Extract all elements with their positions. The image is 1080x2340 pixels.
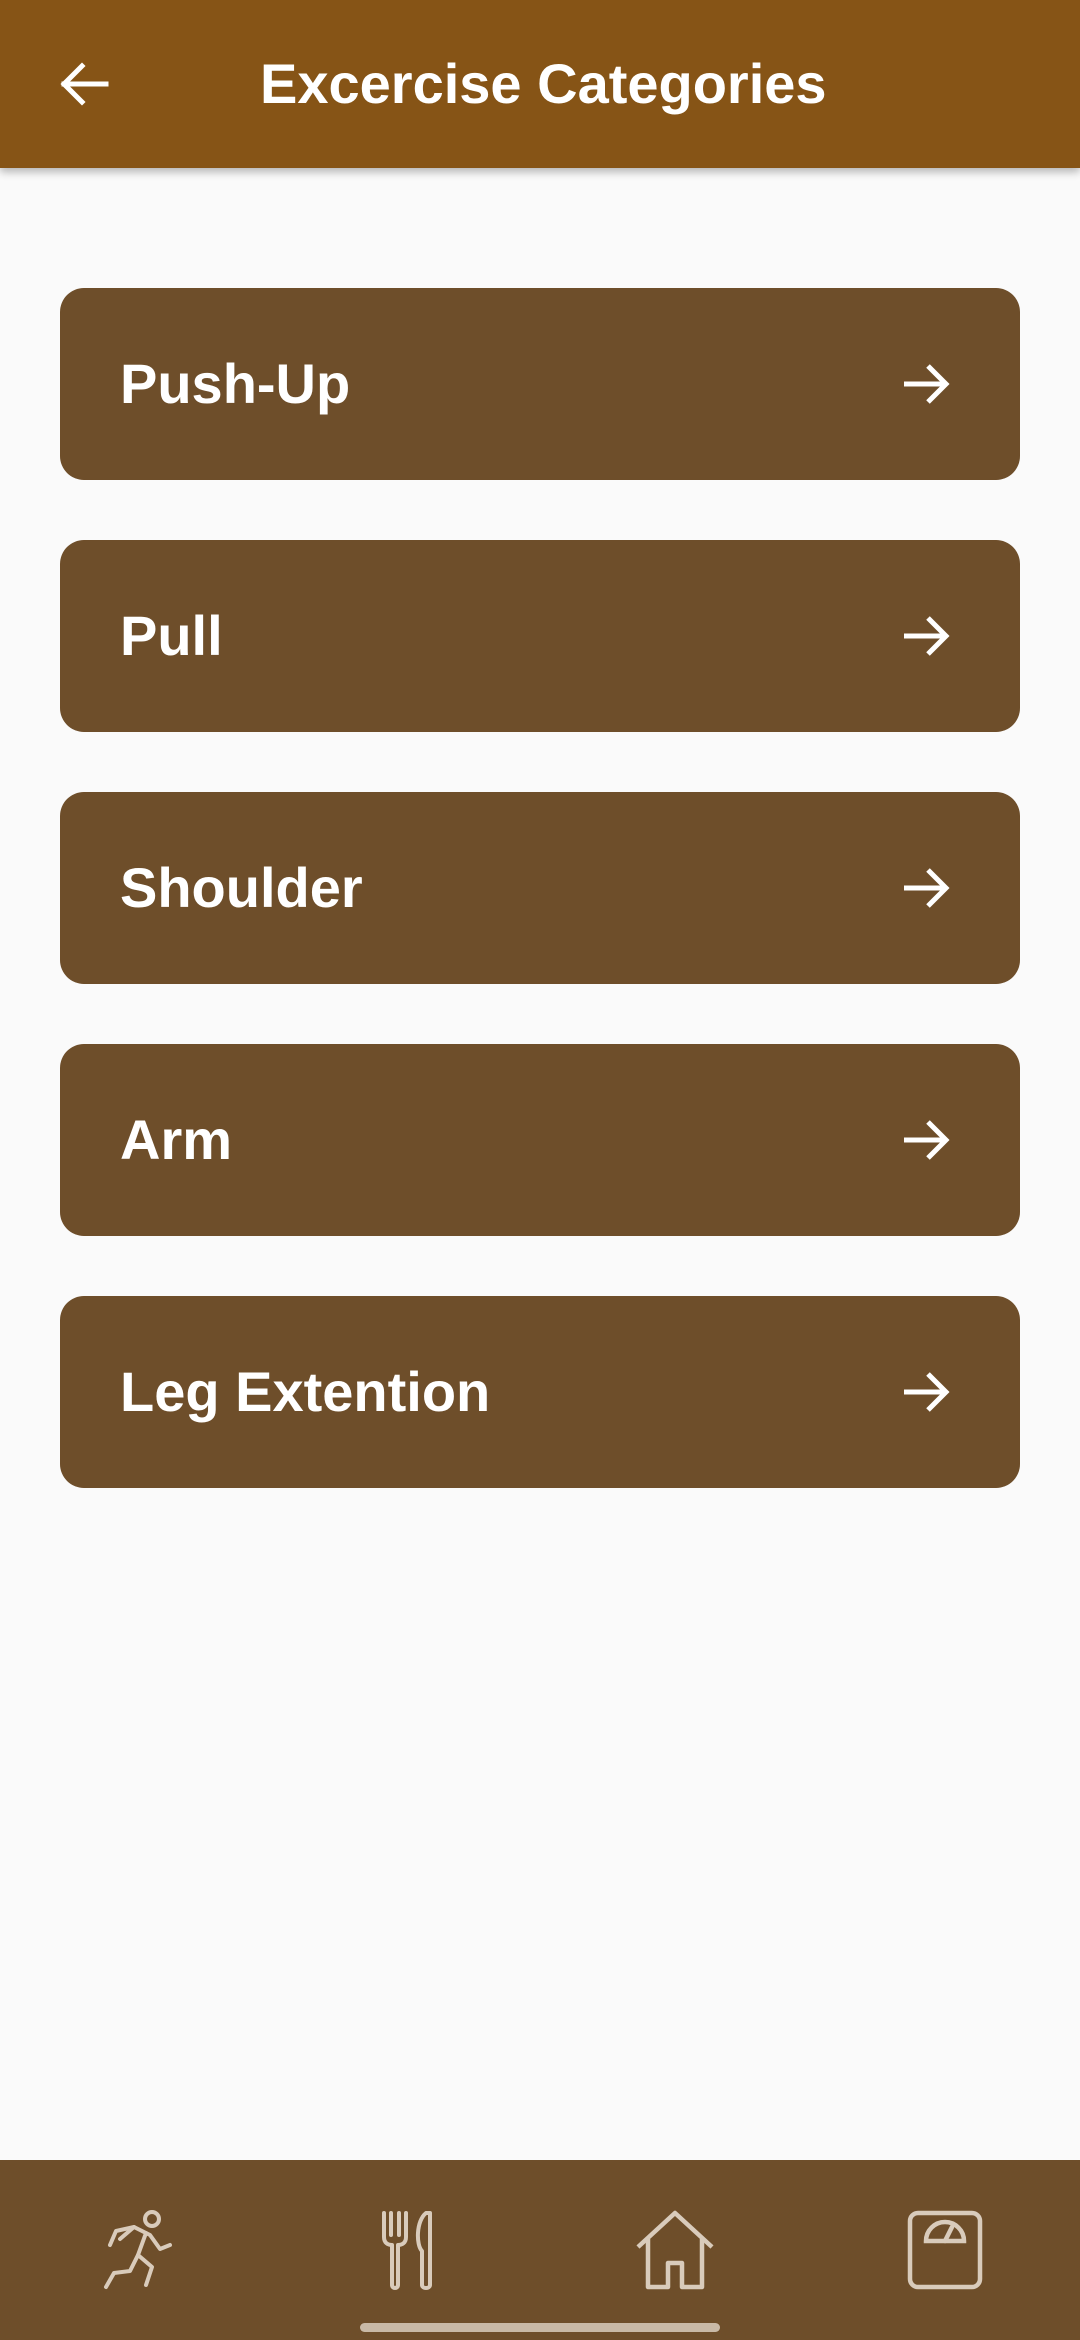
arrow-forward-icon (904, 1372, 950, 1412)
category-label: Push-Up (120, 352, 351, 415)
scale-icon (907, 2210, 983, 2290)
category-item-push-up[interactable]: Push-Up (60, 288, 1020, 480)
nav-item-home[interactable] (625, 2200, 725, 2300)
category-item-pull[interactable]: Pull (60, 540, 1020, 732)
arrow-forward-icon (904, 1120, 950, 1160)
category-label: Arm (120, 1108, 233, 1171)
category-label: Leg Extention (120, 1360, 491, 1423)
bottom-nav (0, 2160, 1080, 2340)
arrow-forward-icon (904, 364, 950, 404)
back-button[interactable] (42, 42, 126, 126)
home-indicator[interactable] (360, 2323, 720, 2332)
home-icon (636, 2210, 714, 2290)
category-item-shoulder[interactable]: Shoulder (60, 792, 1020, 984)
nav-item-weight[interactable] (895, 2200, 995, 2300)
arrow-forward-icon (904, 868, 950, 908)
nav-item-workout[interactable] (85, 2200, 185, 2300)
running-person-icon (104, 2210, 172, 2289)
nav-item-diet[interactable] (355, 2200, 455, 2300)
app-bar: Excercise Categories (0, 0, 1080, 168)
arrow-back-icon (60, 62, 109, 106)
category-list: Push-Up Pull Shoulder Arm Leg Extention (60, 288, 1020, 1548)
arrow-forward-icon (904, 616, 950, 656)
category-label: Pull (120, 604, 223, 667)
category-item-arm[interactable]: Arm (60, 1044, 1020, 1236)
page-title: Excercise Categories (260, 52, 827, 115)
category-label: Shoulder (120, 856, 363, 919)
category-item-leg-extention[interactable]: Leg Extention (60, 1296, 1020, 1488)
fork-knife-icon (382, 2211, 432, 2290)
